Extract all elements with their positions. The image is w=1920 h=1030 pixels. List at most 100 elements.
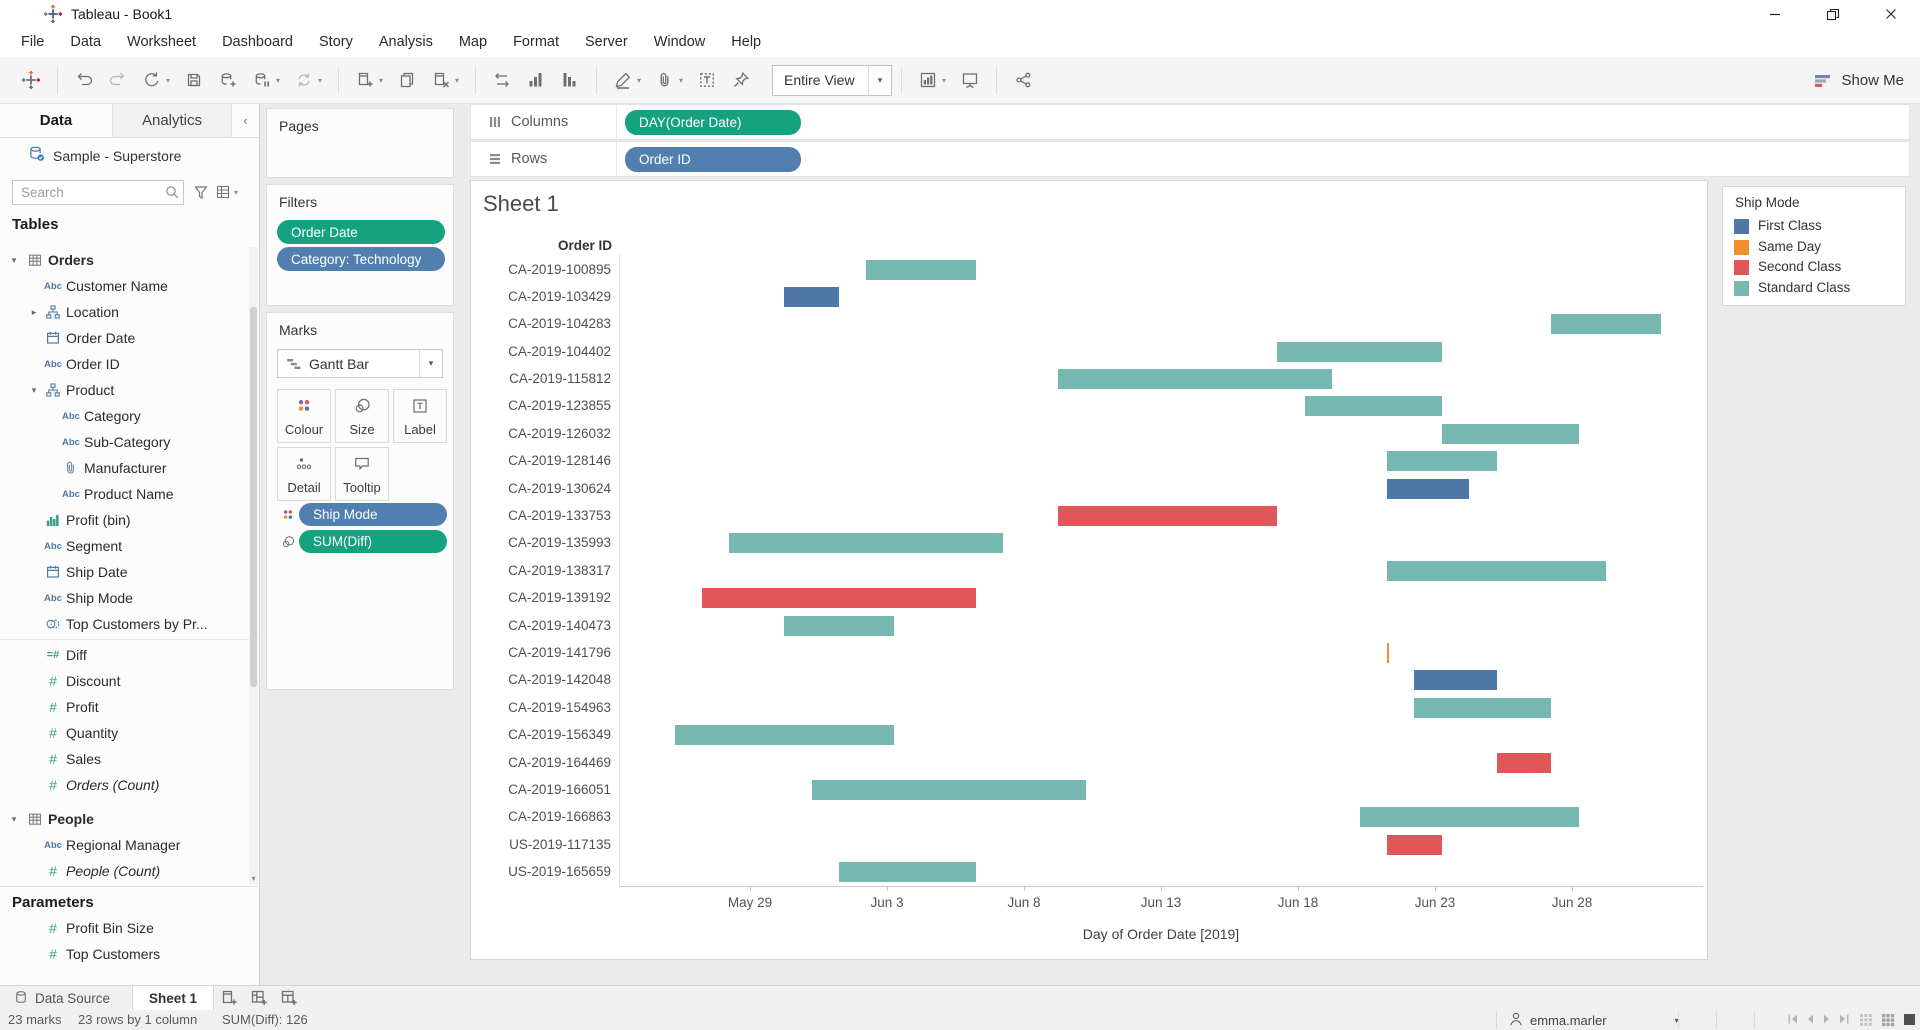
chevron-down-icon[interactable]: ▾ — [8, 814, 20, 825]
field-sales[interactable]: #Sales — [0, 746, 259, 772]
replay-icon[interactable] — [135, 63, 169, 97]
view-options-caret-icon[interactable]: ▾ — [234, 188, 238, 197]
gantt-bar-ca-2019-139192[interactable] — [702, 588, 976, 608]
field-regional-manager[interactable]: AbcRegional Manager — [0, 832, 259, 858]
gantt-bar-ca-2019-140473[interactable] — [784, 616, 894, 636]
field-order-id[interactable]: AbcOrder ID — [0, 351, 259, 377]
view-thumbnails-icon[interactable] — [1858, 1012, 1873, 1027]
group-members-caret-icon[interactable]: ▾ — [679, 76, 690, 85]
minimize-icon[interactable] — [1746, 0, 1804, 28]
field-profit-bin-size[interactable]: #Profit Bin Size — [0, 915, 259, 941]
view-filmstrip-icon[interactable] — [1880, 1012, 1895, 1027]
gantt-bar-ca-2019-154963[interactable] — [1414, 698, 1551, 718]
gantt-bar-ca-2019-166863[interactable] — [1360, 807, 1579, 827]
new-story-icon[interactable] — [274, 986, 304, 1011]
tab-data[interactable]: Data — [0, 104, 112, 137]
nav-last-icon[interactable] — [1837, 1012, 1851, 1026]
gantt-bar-ca-2019-142048[interactable] — [1414, 670, 1496, 690]
show-me-panel-icon[interactable] — [911, 63, 945, 97]
scrollbar-thumb[interactable] — [250, 307, 257, 687]
sort-ascending-icon[interactable] — [519, 63, 553, 97]
menu-help[interactable]: Help — [718, 28, 774, 57]
gantt-bar-ca-2019-104283[interactable] — [1551, 314, 1661, 334]
chevron-down-icon[interactable]: ▾ — [8, 255, 20, 266]
user-menu[interactable]: emma.marler ▾ — [1508, 1010, 1679, 1030]
new-worksheet-caret-icon[interactable]: ▾ — [379, 76, 390, 85]
legend-item-standard-class[interactable]: Standard Class — [1723, 279, 1905, 299]
menu-dashboard[interactable]: Dashboard — [209, 28, 306, 57]
field-sub-category[interactable]: AbcSub-Category — [0, 429, 259, 455]
field-product-name[interactable]: AbcProduct Name — [0, 481, 259, 507]
chevron-down-icon[interactable]: ▾ — [28, 385, 40, 396]
field-customer-name[interactable]: AbcCustomer Name — [0, 273, 259, 299]
ship-mode-legend[interactable]: Ship Mode First ClassSame DaySecond Clas… — [1722, 186, 1906, 306]
gantt-bar-us-2019-165659[interactable] — [839, 862, 976, 882]
marks-button-tooltip[interactable]: Tooltip — [335, 447, 389, 501]
field-ship-mode[interactable]: AbcShip Mode — [0, 585, 259, 611]
new-datasource-icon[interactable] — [211, 63, 245, 97]
fix-axes-icon[interactable] — [724, 63, 758, 97]
gantt-bar-ca-2019-135993[interactable] — [729, 533, 1003, 553]
replay-caret-icon[interactable]: ▾ — [166, 76, 177, 85]
filter-fields-icon[interactable] — [190, 184, 212, 200]
field-ship-date[interactable]: Ship Date — [0, 559, 259, 585]
gantt-bar-us-2019-117135[interactable] — [1387, 835, 1442, 855]
pause-auto-updates-caret-icon[interactable]: ▾ — [276, 76, 287, 85]
clear-sheet-caret-icon[interactable]: ▾ — [455, 76, 466, 85]
sort-descending-icon[interactable] — [553, 63, 587, 97]
show-me-panel-caret-icon[interactable]: ▾ — [942, 76, 953, 85]
gantt-bar-ca-2019-100895[interactable] — [866, 260, 976, 280]
rows-shelf[interactable]: Rows Order ID — [470, 141, 1910, 177]
marks-button-colour[interactable]: Colour — [277, 389, 331, 443]
scroll-down-icon[interactable]: ▾ — [249, 874, 258, 883]
clear-sheet-icon[interactable] — [424, 63, 458, 97]
data-pane-scrollbar[interactable]: ▾ — [249, 247, 258, 885]
show-mark-labels-icon[interactable] — [690, 63, 724, 97]
field-top-customers[interactable]: #Top Customers — [0, 941, 259, 967]
legend-item-first-class[interactable]: First Class — [1723, 217, 1905, 237]
menu-file[interactable]: File — [8, 28, 57, 57]
gantt-bar-ca-2019-156349[interactable] — [675, 725, 894, 745]
gantt-bar-ca-2019-166051[interactable] — [812, 780, 1086, 800]
refresh-datasource-caret-icon[interactable]: ▾ — [318, 76, 329, 85]
tableau-logo-icon[interactable] — [14, 63, 48, 97]
field-profit[interactable]: #Profit — [0, 694, 259, 720]
new-worksheet-icon[interactable] — [214, 986, 244, 1011]
gantt-bar-ca-2019-115812[interactable] — [1058, 369, 1332, 389]
restore-icon[interactable] — [1804, 0, 1862, 28]
highlight-caret-icon[interactable]: ▾ — [637, 76, 648, 85]
menu-data[interactable]: Data — [57, 28, 114, 57]
legend-item-same-day[interactable]: Same Day — [1723, 238, 1905, 258]
nav-first-icon[interactable] — [1786, 1012, 1800, 1026]
nav-previous-icon[interactable] — [1803, 1012, 1817, 1026]
gantt-bar-ca-2019-104402[interactable] — [1277, 342, 1441, 362]
field-segment[interactable]: AbcSegment — [0, 533, 259, 559]
legend-item-second-class[interactable]: Second Class — [1723, 258, 1905, 278]
field-order-date[interactable]: Order Date — [0, 325, 259, 351]
datasource-row[interactable]: Sample - Superstore — [0, 140, 259, 172]
field-product[interactable]: ▾Product — [0, 377, 259, 403]
filter-pill-category-technology[interactable]: Category: Technology — [277, 247, 445, 271]
close-icon[interactable] — [1862, 0, 1920, 28]
chevron-right-icon[interactable]: ▸ — [28, 307, 40, 318]
marks-button-size[interactable]: Size — [335, 389, 389, 443]
menu-worksheet[interactable]: Worksheet — [114, 28, 209, 57]
duplicate-sheet-icon[interactable] — [390, 63, 424, 97]
view-options-icon[interactable] — [212, 184, 234, 200]
gantt-bar-ca-2019-133753[interactable] — [1058, 506, 1277, 526]
refresh-datasource-icon[interactable] — [287, 63, 321, 97]
gantt-bar-ca-2019-128146[interactable] — [1387, 451, 1497, 471]
field-profit-bin[interactable]: Profit (bin) — [0, 507, 259, 533]
group-members-icon[interactable] — [648, 63, 682, 97]
marks-button-detail[interactable]: Detail — [277, 447, 331, 501]
field-orders[interactable]: ▾Orders — [0, 247, 259, 273]
tab-analytics[interactable]: Analytics — [112, 104, 232, 137]
collapse-pane-icon[interactable]: ‹ — [232, 104, 259, 137]
marks-pill-sum-diff-[interactable]: SUM(Diff) — [299, 530, 447, 553]
marks-pill-ship-mode[interactable]: Ship Mode — [299, 503, 447, 526]
field-manufacturer[interactable]: Manufacturer — [0, 455, 259, 481]
menu-map[interactable]: Map — [446, 28, 500, 57]
field-orders-count[interactable]: #Orders (Count) — [0, 772, 259, 798]
menu-analysis[interactable]: Analysis — [366, 28, 446, 57]
gantt-bar-ca-2019-138317[interactable] — [1387, 561, 1606, 581]
